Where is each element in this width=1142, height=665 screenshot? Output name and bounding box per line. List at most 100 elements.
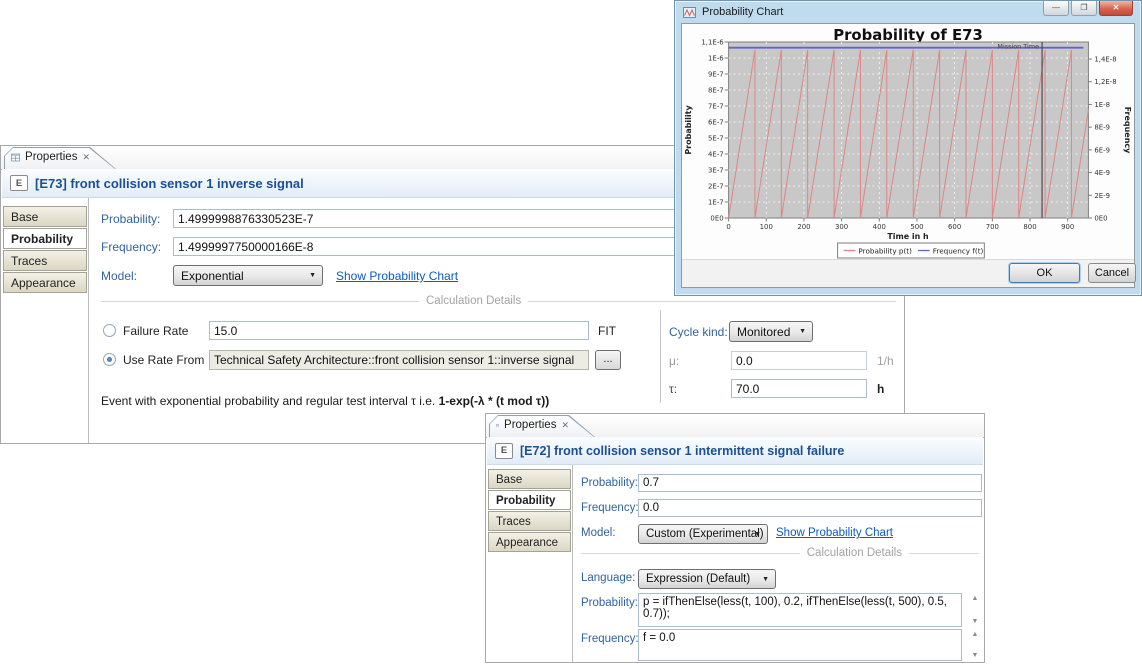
cancel-button[interactable]: Cancel bbox=[1088, 263, 1136, 283]
language-select[interactable]: Expression (Default) ▼ bbox=[638, 569, 776, 589]
use-rate-from-radio[interactable] bbox=[103, 353, 116, 366]
x-tick-label: 200 bbox=[797, 223, 810, 231]
chevron-down-icon: ▼ bbox=[762, 576, 769, 583]
tau-field[interactable] bbox=[731, 379, 867, 398]
probability-field[interactable] bbox=[638, 474, 982, 492]
property-tabs-sidebar: Base Probability Traces Appearance bbox=[486, 465, 573, 662]
tau-label: τ: bbox=[669, 382, 677, 396]
probability-expression-scrollbar: ▲ ▼ bbox=[968, 595, 982, 625]
failure-rate-label: Failure Rate bbox=[123, 324, 188, 338]
dialog-body: Probability of E731,1E-61E-69E-78E-77E-7… bbox=[681, 23, 1135, 288]
right-tick-label: 6E-9 bbox=[1094, 146, 1110, 154]
left-tick-label: 0E0 bbox=[710, 214, 723, 222]
right-axis-title: Frequency bbox=[1123, 107, 1132, 155]
probability-expression-field[interactable]: p = ifThenElse(less(t, 100), 0.2, ifThen… bbox=[639, 594, 961, 626]
tau-unit-label: h bbox=[877, 382, 884, 396]
model-select[interactable]: Custom (Experimental) ▼ bbox=[638, 524, 768, 544]
properties-view-e72: Properties ✕ E [E72] front collision sen… bbox=[485, 413, 985, 663]
close-button[interactable]: ✕ bbox=[1099, 1, 1133, 16]
scroll-down-icon[interactable]: ▼ bbox=[972, 618, 979, 625]
view-tab-properties[interactable]: Properties ✕ bbox=[4, 147, 116, 169]
section-divider bbox=[660, 310, 661, 403]
tab-appearance[interactable]: Appearance bbox=[3, 272, 87, 293]
tab-probability[interactable]: Probability bbox=[3, 228, 87, 249]
x-tick-label: 700 bbox=[986, 223, 999, 231]
model-select[interactable]: Exponential ▼ bbox=[173, 265, 323, 286]
minimize-button[interactable]: — bbox=[1043, 1, 1069, 16]
probability-label: Probability: bbox=[101, 212, 160, 226]
show-probability-chart-link[interactable]: Show Probability Chart bbox=[776, 527, 893, 539]
tab-base[interactable]: Base bbox=[488, 469, 571, 489]
fit-unit-label: FIT bbox=[598, 324, 616, 338]
mu-label: μ: bbox=[669, 354, 679, 368]
right-tick-label: 0E0 bbox=[1094, 214, 1107, 222]
right-tick-label: 4E-9 bbox=[1094, 169, 1110, 177]
legend-probability-label: Probability p(t) bbox=[858, 246, 912, 255]
maximize-button[interactable]: ❐ bbox=[1071, 1, 1097, 16]
left-tick-label: 4E-7 bbox=[708, 150, 724, 158]
chevron-down-icon: ▼ bbox=[754, 531, 761, 538]
chevron-down-icon: ▼ bbox=[309, 272, 316, 279]
left-tick-label: 9E-7 bbox=[708, 70, 724, 78]
frequency-field[interactable] bbox=[638, 499, 982, 517]
event-type-icon: E bbox=[10, 175, 28, 191]
tab-base[interactable]: Base bbox=[3, 206, 87, 227]
left-tick-label: 3E-7 bbox=[708, 166, 724, 174]
dialog-footer: OK Cancel bbox=[682, 259, 1134, 287]
scroll-down-icon[interactable]: ▼ bbox=[972, 652, 979, 659]
tab-probability[interactable]: Probability bbox=[488, 490, 571, 510]
x-tick-label: 100 bbox=[760, 223, 773, 231]
left-axis-title: Probability bbox=[684, 105, 693, 155]
frequency-expression-box: f = 0.0 bbox=[638, 629, 962, 661]
view-tab-bar: Properties ✕ bbox=[486, 414, 984, 438]
right-tick-label: 1,4E-8 bbox=[1094, 56, 1116, 64]
property-tabs-sidebar: Base Probability Traces Appearance bbox=[1, 198, 89, 443]
tab-traces[interactable]: Traces bbox=[488, 511, 571, 531]
left-tick-label: 2E-7 bbox=[708, 182, 724, 190]
probability-expression-label: Probability: bbox=[581, 597, 638, 609]
x-tick-label: 300 bbox=[835, 223, 848, 231]
left-tick-label: 1E-6 bbox=[708, 54, 724, 62]
ok-button[interactable]: OK bbox=[1009, 263, 1080, 283]
frequency-expression-label: Frequency: bbox=[581, 633, 639, 645]
chevron-down-icon: ▼ bbox=[799, 328, 806, 335]
cycle-kind-select[interactable]: Monitored ▼ bbox=[729, 321, 813, 342]
failure-rate-radio[interactable] bbox=[103, 324, 116, 337]
probability-chart: Probability of E731,1E-61E-69E-78E-77E-7… bbox=[682, 24, 1134, 262]
calculation-details-group: Calculation Details bbox=[101, 295, 896, 307]
tab-traces[interactable]: Traces bbox=[3, 250, 87, 271]
tab-appearance[interactable]: Appearance bbox=[488, 532, 571, 552]
legend-frequency-label: Frequency f(t) bbox=[933, 246, 984, 255]
use-rate-from-label: Use Rate From bbox=[123, 353, 204, 367]
frequency-label: Frequency: bbox=[101, 240, 161, 254]
mu-field[interactable] bbox=[731, 351, 867, 370]
left-tick-label: 1,1E-6 bbox=[701, 38, 723, 46]
frequency-expression-field[interactable]: f = 0.0 bbox=[639, 630, 961, 660]
browse-button[interactable]: ... bbox=[595, 350, 621, 370]
view-tab-label: Properties bbox=[25, 151, 77, 163]
scroll-up-icon[interactable]: ▲ bbox=[972, 595, 979, 602]
x-axis-title: Time in h bbox=[887, 232, 929, 241]
properties-view-icon bbox=[11, 152, 20, 163]
group-label: Calculation Details bbox=[807, 547, 902, 559]
right-tick-label: 1E-8 bbox=[1094, 101, 1110, 109]
x-tick-label: 900 bbox=[1061, 223, 1074, 231]
probability-expression-box: p = ifThenElse(less(t, 100), 0.2, ifThen… bbox=[638, 593, 962, 627]
use-rate-from-field[interactable] bbox=[209, 350, 589, 370]
failure-rate-field[interactable] bbox=[209, 321, 589, 340]
probability-chart-dialog: Probability Chart — ❐ ✕ Probability of E… bbox=[674, 0, 1142, 296]
show-probability-chart-link[interactable]: Show Probability Chart bbox=[336, 269, 458, 283]
left-tick-label: 7E-7 bbox=[708, 102, 724, 110]
view-tab-properties[interactable]: Properties ✕ bbox=[489, 415, 595, 437]
probability-label: Probability: bbox=[581, 477, 638, 489]
calculation-details-group: Calculation Details bbox=[581, 547, 979, 559]
scroll-up-icon[interactable]: ▲ bbox=[972, 631, 979, 638]
event-type-icon: E bbox=[495, 443, 513, 459]
page-title: [E72] front collision sensor 1 intermitt… bbox=[520, 444, 844, 458]
close-view-icon[interactable]: ✕ bbox=[561, 420, 569, 431]
left-tick-label: 1E-7 bbox=[708, 198, 724, 206]
left-tick-label: 6E-7 bbox=[708, 118, 724, 126]
group-label: Calculation Details bbox=[426, 295, 521, 307]
dialog-title: Probability Chart bbox=[702, 6, 783, 18]
close-view-icon[interactable]: ✕ bbox=[82, 152, 90, 163]
